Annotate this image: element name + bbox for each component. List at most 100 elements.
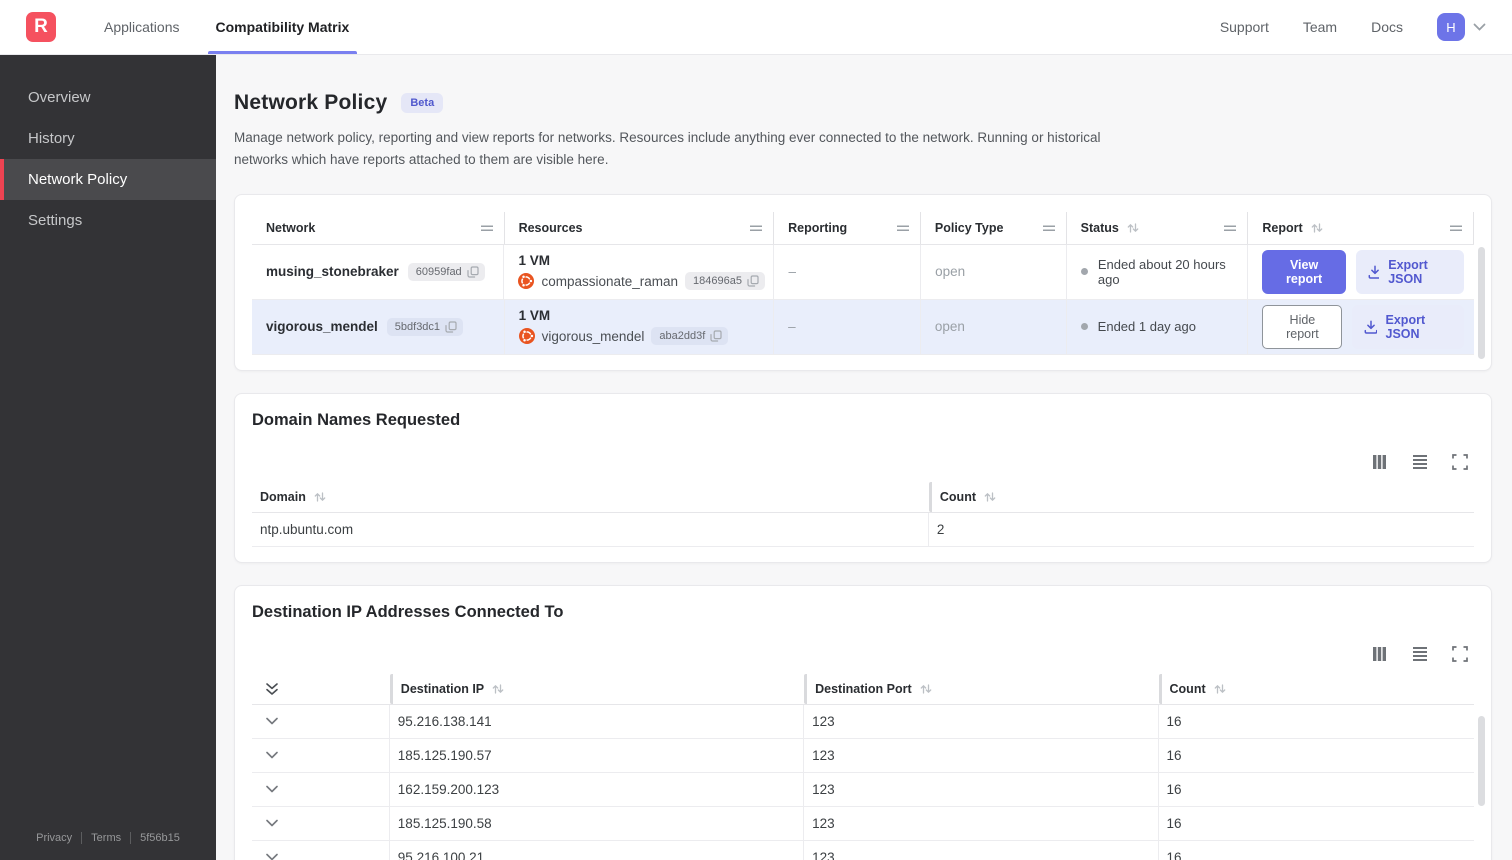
destination-ip: 95.216.100.21	[390, 840, 805, 860]
col-header-resources[interactable]: Resources	[505, 211, 775, 244]
network-id: 60959fad	[415, 265, 462, 278]
sidebar-item-network-policy[interactable]: Network Policy	[0, 159, 216, 200]
destination-row[interactable]: 185.125.190.57 123 16	[252, 738, 1474, 773]
col-header-destination-ip[interactable]: Destination IP	[389, 673, 804, 704]
table-scrollbar[interactable]	[1478, 246, 1485, 359]
sidebar-item-history[interactable]: History	[0, 118, 216, 159]
destination-row[interactable]: 162.159.200.123 123 16	[252, 772, 1474, 807]
topbar-right: Support Team Docs H	[1220, 13, 1512, 41]
privacy-link[interactable]: Privacy	[27, 832, 81, 844]
team-link[interactable]: Team	[1303, 19, 1337, 35]
user-menu[interactable]: H	[1437, 13, 1486, 41]
sort-icon[interactable]	[1213, 683, 1227, 695]
destination-port: 123	[804, 772, 1159, 806]
sort-icon[interactable]	[313, 491, 327, 503]
col-header-count[interactable]: Count	[1158, 673, 1474, 704]
col-label: Count	[939, 489, 976, 504]
fullscreen-icon[interactable]	[1452, 645, 1468, 662]
download-icon	[1365, 319, 1377, 334]
tab-applications[interactable]: Applications	[86, 0, 198, 54]
drag-handle-icon[interactable]	[479, 224, 494, 232]
double-chevron-down-icon[interactable]	[266, 682, 278, 695]
avatar[interactable]: H	[1437, 13, 1465, 41]
copy-icon[interactable]	[445, 320, 457, 333]
app-logo[interactable]: R	[26, 12, 56, 42]
hide-report-button[interactable]: Hide report	[1262, 304, 1343, 349]
status-text: Ended 1 day ago	[1097, 319, 1196, 335]
destinations-toolbar	[252, 645, 1468, 662]
row-expand-icon[interactable]	[266, 853, 279, 860]
sort-icon[interactable]	[491, 683, 505, 695]
col-header-reporting[interactable]: Reporting	[774, 211, 921, 244]
destinations-card-title: Destination IP Addresses Connected To	[252, 602, 564, 621]
rows-density-icon[interactable]	[1412, 454, 1428, 470]
export-json-button[interactable]: Export JSON	[1352, 304, 1464, 349]
copy-icon[interactable]	[747, 275, 759, 287]
network-row[interactable]: musing_stonebraker 60959fad 1 VM compass…	[252, 244, 1474, 300]
sort-icon[interactable]	[1126, 222, 1140, 234]
col-header-count[interactable]: Count	[928, 481, 1474, 512]
col-label: Resources	[518, 220, 583, 235]
sort-icon[interactable]	[1310, 222, 1324, 234]
network-name: musing_stonebraker	[266, 264, 399, 280]
destination-row[interactable]: 95.216.138.141 123 16	[252, 704, 1474, 739]
row-expand-icon[interactable]	[266, 819, 279, 827]
sidebar-item-settings[interactable]: Settings	[0, 200, 216, 241]
network-id-badge[interactable]: 60959fad	[407, 262, 485, 281]
drag-handle-icon[interactable]	[1449, 224, 1463, 232]
tab-compatibility-matrix[interactable]: Compatibility Matrix	[198, 0, 368, 54]
sidebar-footer: Privacy Terms 5f56b15	[0, 818, 216, 860]
rows-density-icon[interactable]	[1412, 646, 1428, 662]
row-expand-icon[interactable]	[266, 751, 279, 759]
destination-row[interactable]: 185.125.190.58 123 16	[252, 806, 1474, 841]
count-value: 16	[1166, 815, 1182, 831]
col-header-domain[interactable]: Domain	[252, 482, 929, 512]
count-value: 16	[1166, 781, 1182, 797]
sort-icon[interactable]	[983, 491, 997, 503]
export-json-button[interactable]: Export JSON	[1355, 249, 1464, 294]
drag-handle-icon[interactable]	[749, 224, 763, 232]
view-report-button[interactable]: View report	[1262, 249, 1346, 294]
network-id-badge[interactable]: 5bdf3dc1	[386, 317, 464, 336]
docs-link[interactable]: Docs	[1371, 19, 1403, 35]
copy-icon[interactable]	[710, 330, 722, 342]
table-scrollbar[interactable]	[1478, 715, 1485, 806]
copy-icon[interactable]	[467, 265, 479, 278]
col-header-status[interactable]: Status	[1067, 211, 1249, 244]
support-link[interactable]: Support	[1220, 19, 1269, 35]
sidebar-item-overview[interactable]: Overview	[0, 77, 216, 118]
resource-name: vigorous_mendel	[541, 328, 645, 344]
drag-handle-icon[interactable]	[896, 224, 910, 232]
drag-handle-icon[interactable]	[1041, 224, 1056, 232]
page-title: Network Policy	[234, 91, 388, 114]
destination-port: 123	[804, 704, 1159, 738]
count-value: 16	[1166, 713, 1182, 729]
columns-icon[interactable]	[1372, 646, 1388, 662]
col-header-network[interactable]: Network	[252, 211, 505, 244]
destinations-card: Destination IP Addresses Connected To De…	[234, 584, 1492, 860]
destination-row[interactable]: 95.216.100.21 123 16	[252, 840, 1474, 860]
col-label: Domain	[260, 489, 306, 504]
resource-id-badge[interactable]: 184696a5	[685, 272, 765, 291]
domain-row[interactable]: ntp.ubuntu.com 2	[252, 512, 1474, 547]
col-header-destination-port[interactable]: Destination Port	[804, 673, 1158, 704]
version-label: 5f56b15	[130, 832, 189, 844]
sort-icon[interactable]	[919, 683, 933, 695]
resource-id-badge[interactable]: aba2dd3f	[651, 327, 729, 346]
drag-handle-icon[interactable]	[1223, 224, 1238, 232]
destination-port: 123	[804, 840, 1159, 860]
expand-all-header[interactable]	[252, 674, 390, 704]
col-header-report[interactable]: Report	[1248, 211, 1474, 244]
col-label: Count	[1169, 681, 1206, 696]
row-expand-icon[interactable]	[266, 785, 279, 793]
fullscreen-icon[interactable]	[1452, 453, 1468, 470]
col-header-policy-type[interactable]: Policy Type	[921, 211, 1067, 244]
domain-value: ntp.ubuntu.com	[252, 512, 929, 546]
count-value: 2	[936, 521, 945, 537]
terms-link[interactable]: Terms	[81, 832, 130, 844]
status-dot	[1080, 323, 1088, 331]
resource-id: 184696a5	[693, 275, 742, 288]
row-expand-icon[interactable]	[266, 717, 279, 725]
network-row[interactable]: vigorous_mendel 5bdf3dc1 1 VM vigorous_m…	[252, 299, 1474, 355]
columns-icon[interactable]	[1372, 454, 1388, 470]
